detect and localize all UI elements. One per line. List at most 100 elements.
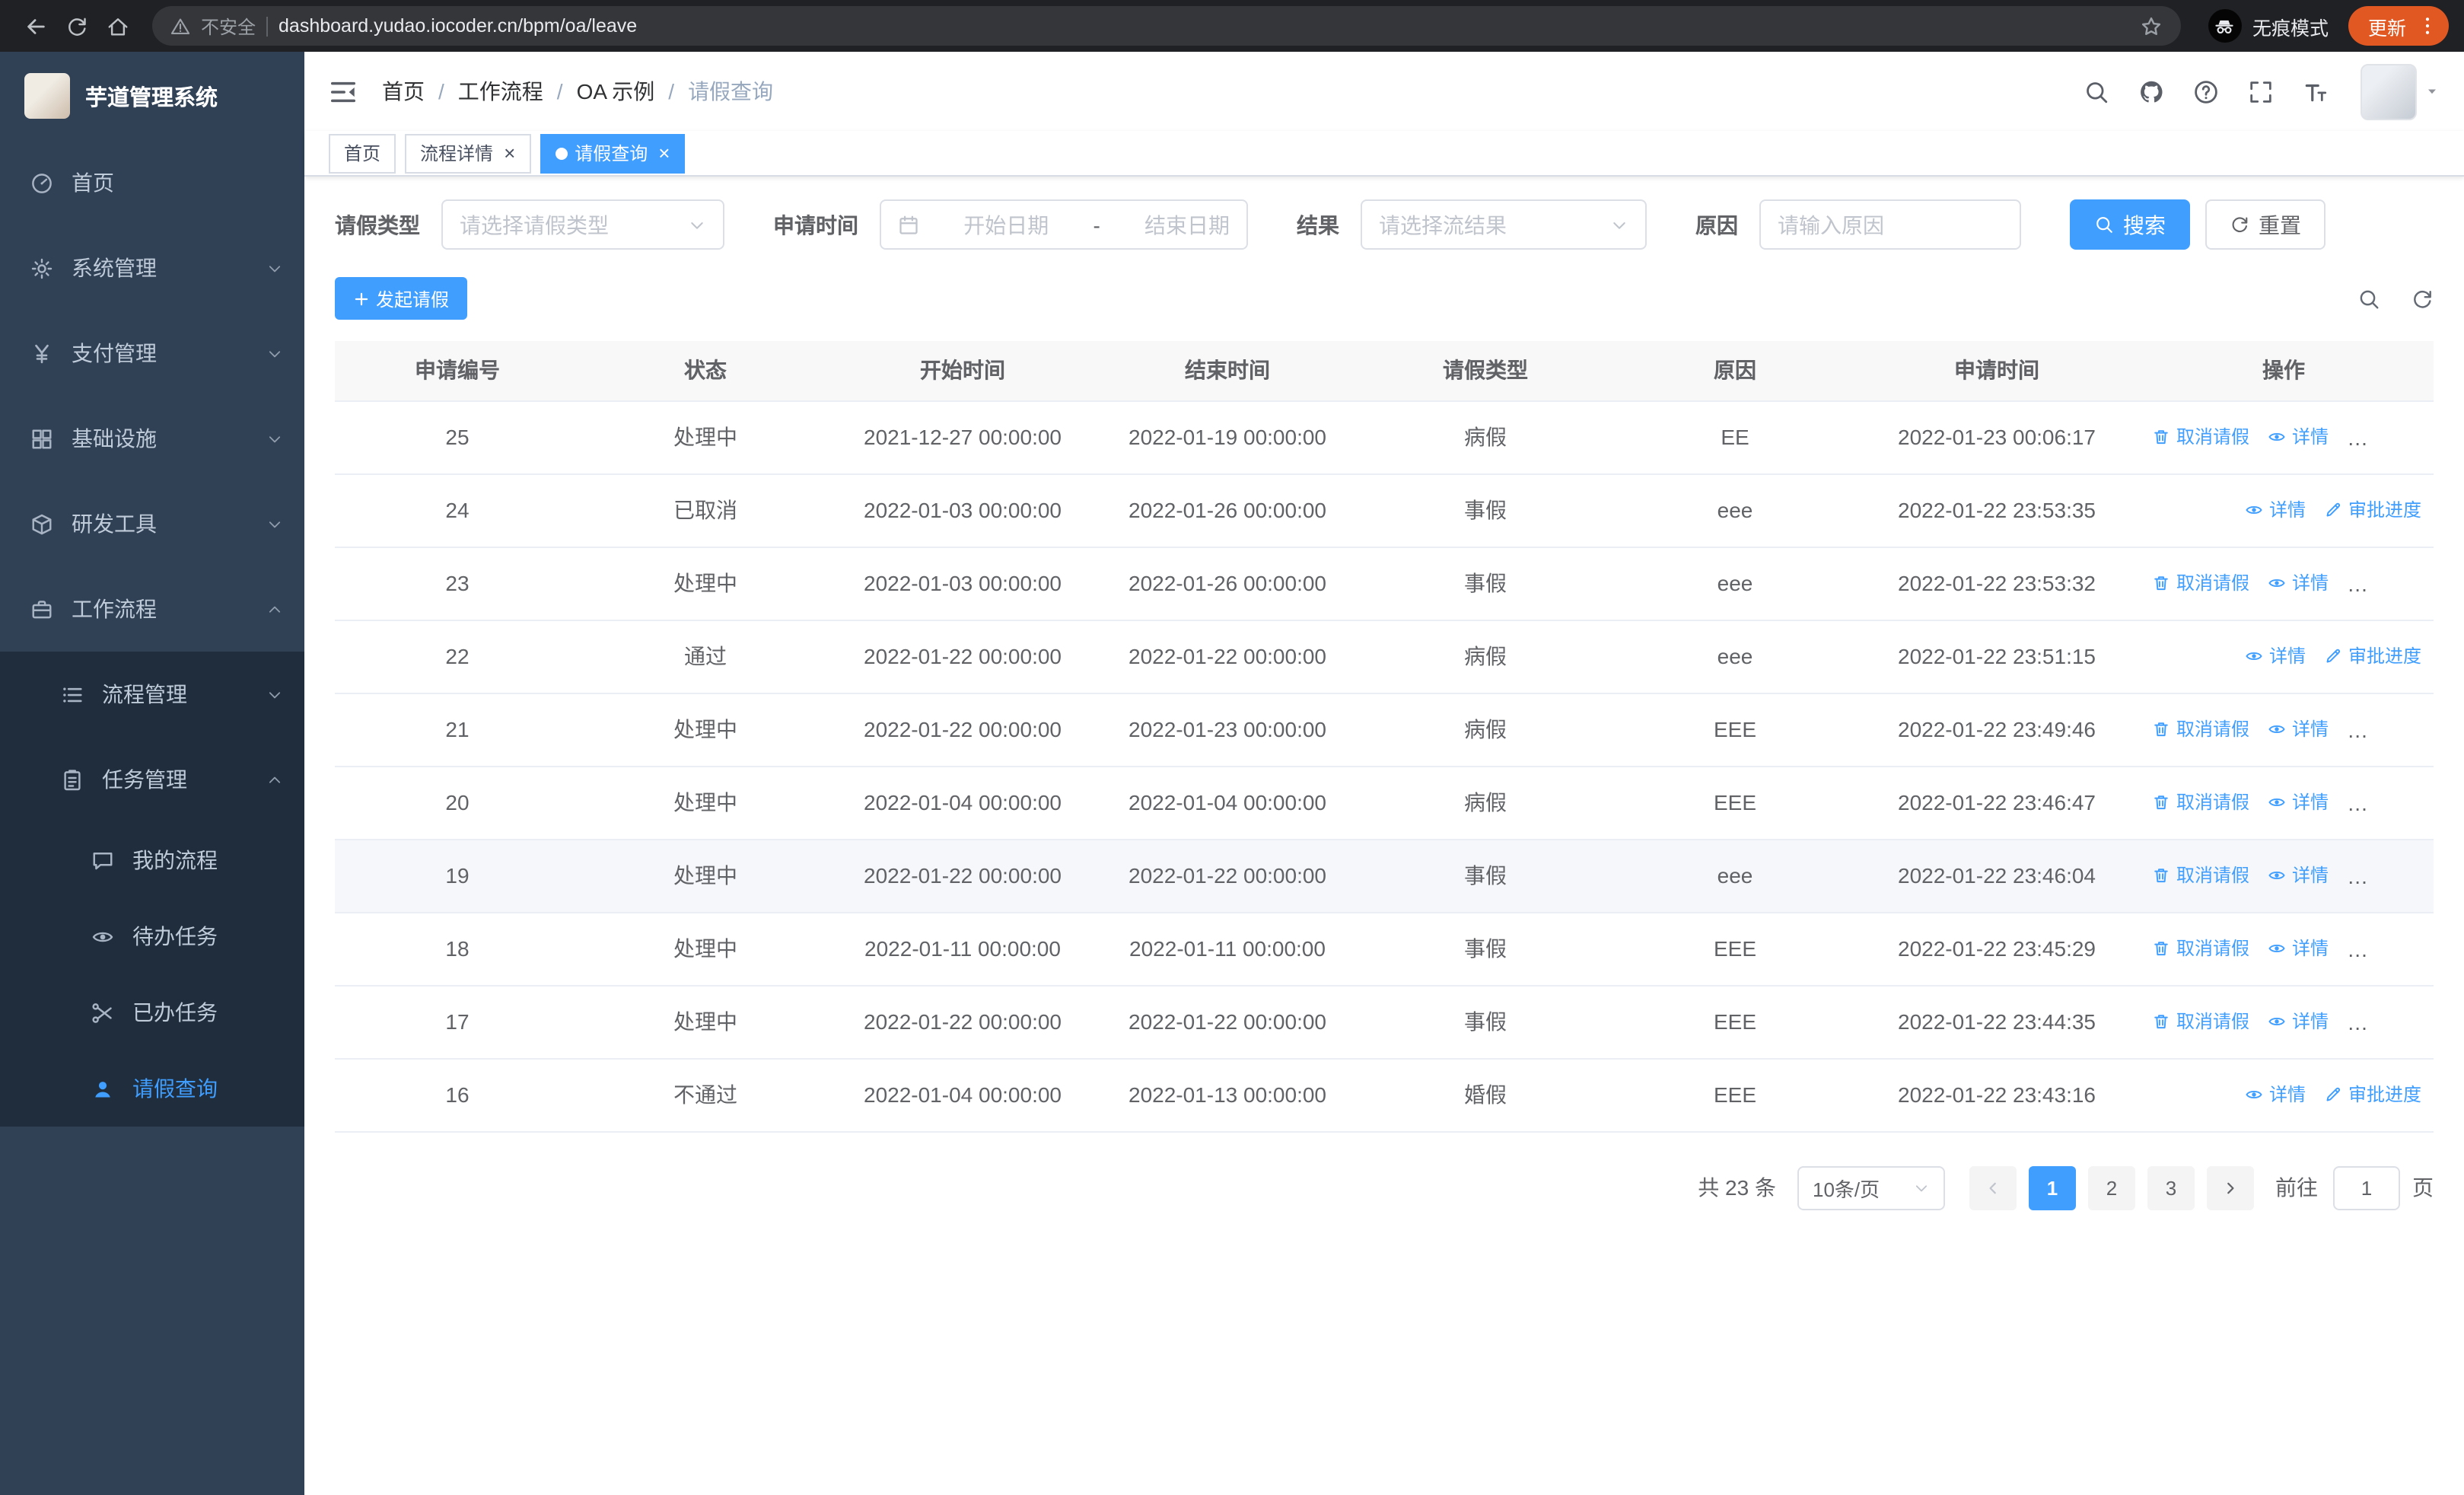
cell-operations: 取消请假 详情 审批进度 <box>2134 400 2434 474</box>
sidebar-item-my-process[interactable]: 我的流程 <box>0 822 304 898</box>
details-link[interactable]: 详情 <box>2268 789 2329 815</box>
cell-type: 事假 <box>1361 473 1610 547</box>
next-page-button[interactable] <box>2207 1165 2254 1210</box>
details-link[interactable]: 详情 <box>2268 862 2329 888</box>
details-link[interactable]: 详情 <box>2245 1082 2306 1108</box>
op-label: 详情 <box>2292 938 2329 960</box>
font-size-icon[interactable] <box>2303 78 2329 104</box>
column-header: 原因 <box>1610 341 1860 401</box>
reset-button[interactable]: 重置 <box>2205 199 2326 250</box>
details-link[interactable]: 详情 <box>2268 936 2329 961</box>
update-button[interactable]: 更新 <box>2348 6 2449 46</box>
goto-page-input[interactable] <box>2333 1165 2400 1210</box>
sidebar-item-payment-mgmt[interactable]: 支付管理 <box>0 311 304 396</box>
sidebar-item-label: 支付管理 <box>72 341 157 365</box>
sidebar-item-system-mgmt[interactable]: 系统管理 <box>0 225 304 311</box>
details-link[interactable]: 详情 <box>2245 497 2306 523</box>
page-button-3[interactable]: 3 <box>2147 1165 2195 1210</box>
sidebar-item-task-mgmt[interactable]: 任务管理 <box>0 737 304 822</box>
cancel-leave-link[interactable]: 取消请假 <box>2152 1009 2249 1034</box>
show-search-icon[interactable] <box>2357 287 2380 310</box>
op-label: 取消请假 <box>2176 572 2250 594</box>
details-link[interactable]: 详情 <box>2245 643 2306 669</box>
prev-page-button[interactable] <box>1969 1165 2017 1210</box>
sidebar-collapse-icon[interactable] <box>329 77 358 106</box>
approval-progress-link[interactable]: 审批进度 <box>2324 497 2421 523</box>
browser-home-button[interactable] <box>97 5 138 46</box>
search-icon[interactable] <box>2084 78 2109 104</box>
sidebar-item-process-mgmt[interactable]: 流程管理 <box>0 652 304 737</box>
create-leave-button[interactable]: 发起请假 <box>335 277 468 320</box>
cancel-leave-link[interactable]: 取消请假 <box>2152 570 2249 596</box>
page-size-select[interactable]: 10条/页 <box>1797 1165 1945 1210</box>
search-button-label: 搜索 <box>2123 212 2166 237</box>
tab-close-icon[interactable]: × <box>504 143 515 163</box>
leave-type-select[interactable]: 请选择请假类型 <box>441 199 724 250</box>
github-icon[interactable] <box>2138 78 2164 104</box>
filter-form: 请假类型 请选择请假类型 申请时间 开始日期 - 结束日期 结果 请选择流结果 … <box>335 199 2434 274</box>
details-link[interactable]: 详情 <box>2268 1009 2329 1034</box>
cell-applied: 2022-01-22 23:53:35 <box>1860 473 2134 547</box>
op-label: 取消请假 <box>2176 792 2250 814</box>
bookmark-star-icon[interactable] <box>2140 14 2163 37</box>
sidebar-item-workflow[interactable]: 工作流程 <box>0 566 304 652</box>
tab-close-icon[interactable]: × <box>658 143 670 163</box>
eye-icon <box>2268 939 2286 958</box>
incognito-badge: 无痕模式 <box>2208 9 2329 43</box>
address-bar[interactable]: 不安全 dashboard.yudao.iocoder.cn/bpm/oa/le… <box>152 6 2181 46</box>
search-button[interactable]: 搜索 <box>2070 199 2190 250</box>
delete-icon <box>2152 720 2170 738</box>
sidebar-item-todo-tasks[interactable]: 待办任务 <box>0 898 304 974</box>
sidebar-item-done-tasks[interactable]: 已办任务 <box>0 974 304 1050</box>
help-icon[interactable] <box>2193 78 2219 104</box>
reason-input[interactable] <box>1759 199 2021 250</box>
cancel-leave-link[interactable]: 取消请假 <box>2152 862 2249 888</box>
page-button-1[interactable]: 1 <box>2029 1165 2076 1210</box>
breadcrumb-item[interactable]: 首页 <box>382 76 425 107</box>
cancel-leave-link[interactable]: 取消请假 <box>2152 789 2249 815</box>
details-link[interactable]: 详情 <box>2268 716 2329 742</box>
cancel-leave-link[interactable]: 取消请假 <box>2152 716 2249 742</box>
sidebar-item-dev-tools[interactable]: 研发工具 <box>0 481 304 566</box>
cancel-leave-link[interactable]: 取消请假 <box>2152 424 2249 450</box>
sidebar-menu: 首页 系统管理支付管理基础设施 研发工具 工作流程 流程管理 任务管理 我的流程 待办任务 已办… <box>0 140 304 1127</box>
browser-reload-button[interactable] <box>56 5 97 46</box>
approval-progress-link[interactable]: 审批进度 <box>2324 643 2421 669</box>
eye-icon <box>2268 1012 2286 1031</box>
approval-progress-link[interactable]: 审批进度 <box>2324 1082 2421 1108</box>
sidebar-item-leave-query[interactable]: 请假查询 <box>0 1050 304 1127</box>
caret-down-icon <box>2424 84 2440 99</box>
sidebar-item-infrastructure[interactable]: 基础设施 <box>0 396 304 481</box>
eye-icon <box>2245 501 2263 519</box>
cell-applied: 2022-01-22 23:51:15 <box>1860 620 2134 693</box>
breadcrumb-item[interactable]: 工作流程 <box>458 76 543 107</box>
tab-process-detail[interactable]: 流程详情 × <box>405 133 531 173</box>
result-select[interactable]: 请选择流结果 <box>1361 199 1647 250</box>
op-label: 审批进度 <box>2371 1011 2434 1033</box>
op-label: 取消请假 <box>2176 938 2250 960</box>
refresh-list-icon[interactable] <box>2411 287 2434 310</box>
op-label: 详情 <box>2292 426 2329 448</box>
browser-menu-icon[interactable] <box>2417 15 2438 37</box>
details-link[interactable]: 详情 <box>2268 424 2329 450</box>
tab-leave-query[interactable]: 请假查询 × <box>540 133 686 173</box>
breadcrumb-item[interactable]: OA 示例 <box>577 76 655 107</box>
browser-back-button[interactable] <box>15 5 56 46</box>
fullscreen-icon[interactable] <box>2248 78 2274 104</box>
security-label[interactable]: 不安全 <box>201 13 256 39</box>
avatar-menu[interactable] <box>2361 63 2440 120</box>
page-button-2[interactable]: 2 <box>2088 1165 2135 1210</box>
apply-time-range-picker[interactable]: 开始日期 - 结束日期 <box>880 199 1248 250</box>
cancel-leave-link[interactable]: 取消请假 <box>2152 936 2249 961</box>
cell-start: 2022-01-22 00:00:00 <box>831 620 1094 693</box>
devtools-icon <box>30 512 53 535</box>
goto-label: 前往 <box>2275 1175 2318 1200</box>
page-numbers: 123 <box>2023 1165 2201 1210</box>
sidebar-item-home[interactable]: 首页 <box>0 140 304 225</box>
app-logo[interactable]: 芋道管理系统 <box>0 52 304 140</box>
details-link[interactable]: 详情 <box>2268 570 2329 596</box>
tab-home[interactable]: 首页 <box>329 133 396 173</box>
cell-type: 病假 <box>1361 400 1610 474</box>
result-label: 结果 <box>1297 212 1339 237</box>
main-content: 请假类型 请选择请假类型 申请时间 开始日期 - 结束日期 结果 请选择流结果 … <box>304 177 2464 1495</box>
